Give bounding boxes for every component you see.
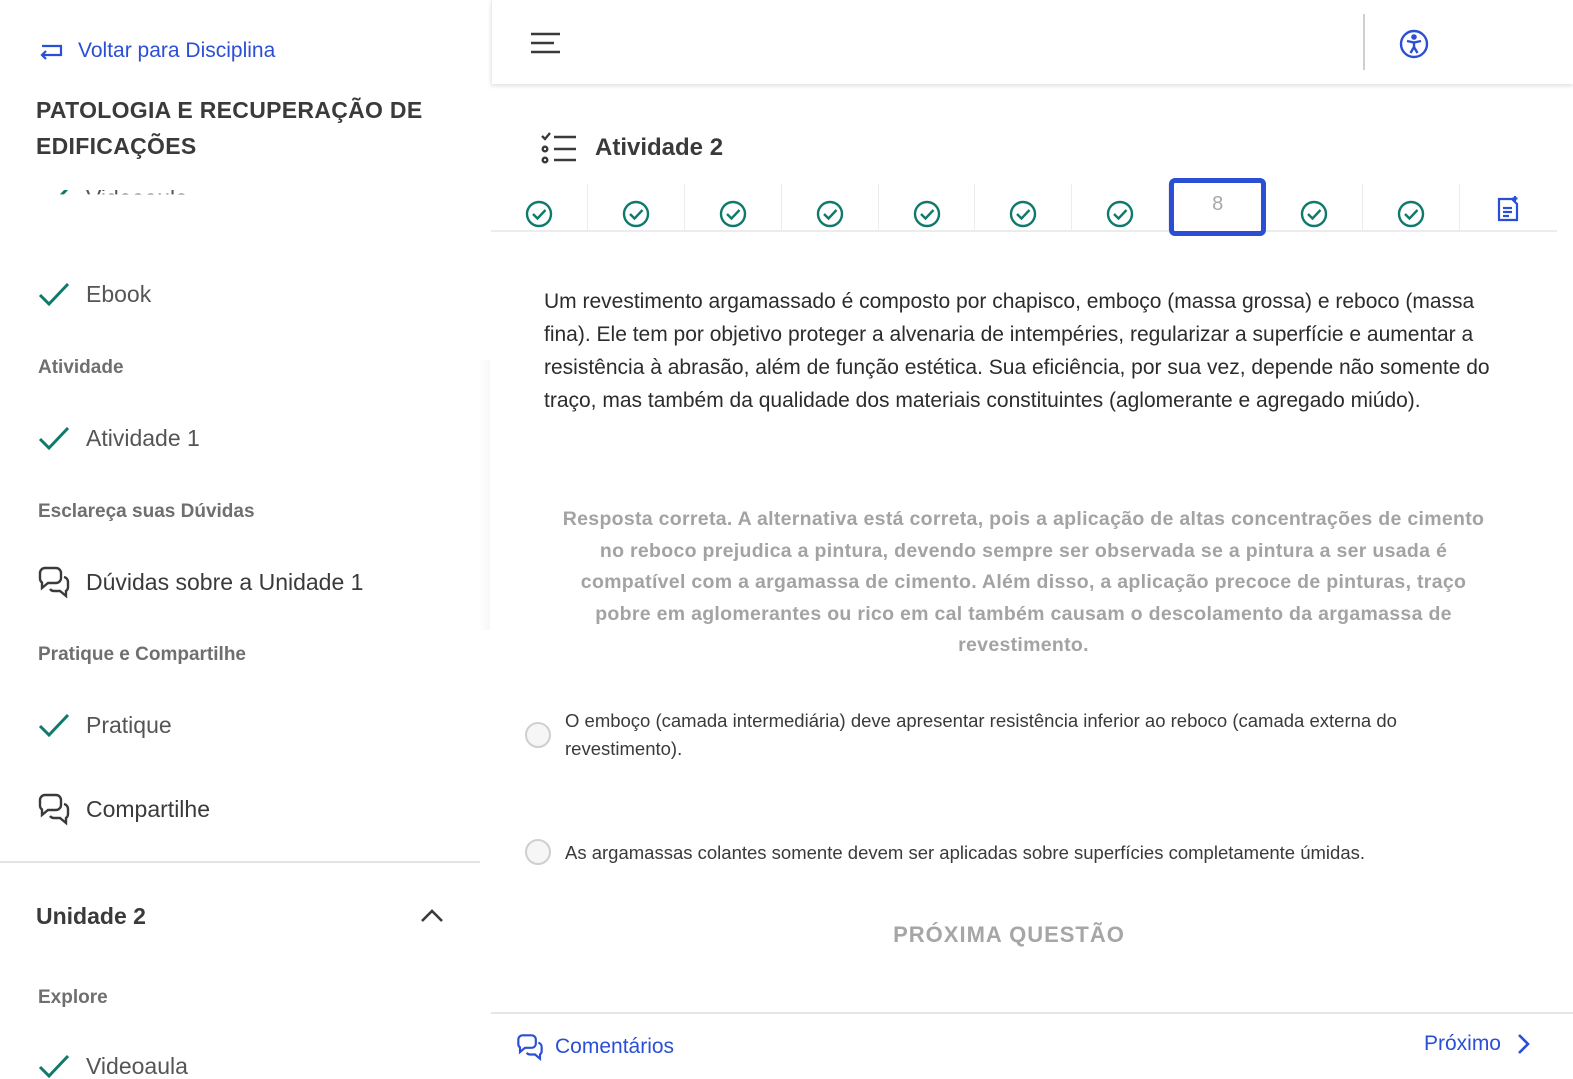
sidebar-divider (0, 861, 480, 863)
comments-label: Comentários (555, 1035, 675, 1058)
question-10-button[interactable] (1363, 184, 1460, 230)
answer-option[interactable]: O emboço (camada intermediária) deve apr… (525, 707, 1495, 763)
check-circle-icon (525, 200, 553, 228)
hamburger-menu-icon[interactable] (528, 28, 564, 58)
question-5-button[interactable] (879, 184, 976, 230)
section-label-pratique: Pratique e Compartilhe (38, 644, 246, 665)
unit-2-label: Unidade 2 (36, 902, 146, 929)
sidebar-edge-shadow (478, 360, 490, 630)
sidebar-item-atividade-1[interactable]: Atividade 1 (36, 420, 200, 456)
check-circle-icon (913, 200, 940, 228)
question-4-button[interactable] (782, 184, 879, 230)
question-1-button[interactable] (491, 184, 588, 230)
question-6-button[interactable] (975, 184, 1073, 230)
sidebar-item-label: Dúvidas sobre a Unidade 1 (86, 568, 364, 595)
question-text: Um revestimento argamassado é composto p… (544, 290, 1490, 412)
return-arrow-icon (40, 44, 63, 60)
check-circle-icon (1010, 200, 1037, 228)
chevron-up-icon (421, 909, 443, 922)
bottom-bar: Comentários Próximo (491, 1012, 1573, 1079)
sidebar-item-videoaula[interactable]: Videoaula (36, 1048, 188, 1079)
sidebar: Voltar para Disciplina PATOLOGIA E RECUP… (0, 0, 490, 1079)
section-label-atividade: Atividade (38, 357, 124, 378)
check-icon (38, 713, 70, 738)
answer-option[interactable]: As argamassas colantes somente devem ser… (525, 839, 1495, 867)
check-icon (38, 282, 70, 307)
sidebar-item-label: Atividade 1 (86, 424, 200, 451)
question-3-button[interactable] (685, 184, 782, 230)
activity-title: Atividade 2 (539, 128, 723, 168)
chat-icon (517, 1034, 543, 1061)
sidebar-item-label: Videoaula (86, 1052, 188, 1079)
current-question-number: 8 (1212, 192, 1224, 215)
option-radio[interactable] (525, 839, 551, 865)
option-label: O emboço (camada intermediária) deve apr… (565, 710, 1397, 759)
checklist-icon (541, 132, 576, 164)
question-navigator: 8 (491, 178, 1557, 236)
next-label: Próximo (1423, 1032, 1501, 1055)
chat-icon (38, 793, 70, 826)
check-icon (38, 426, 70, 451)
check-circle-icon (622, 200, 650, 228)
check-icon (38, 1054, 70, 1079)
back-link-label: Voltar para Disciplina (78, 39, 276, 62)
question-7-button[interactable] (1072, 184, 1170, 230)
document-edit-icon (1498, 196, 1519, 222)
sidebar-item-label: Ebook (86, 280, 152, 307)
back-to-course-link[interactable]: Voltar para Disciplina (36, 36, 275, 66)
next-question-button[interactable]: PRÓXIMA QUESTÃO (491, 922, 1527, 948)
section-label-explore: Explore (38, 987, 108, 1008)
next-button[interactable]: Próximo (1424, 1032, 1535, 1056)
summary-button[interactable] (1460, 184, 1557, 230)
option-label: As argamassas colantes somente devem ser… (565, 842, 1365, 863)
sidebar-scroll-area[interactable]: Videoaula Ebook Atividade Atividade 1 Es… (0, 190, 490, 1079)
sidebar-item-ebook[interactable]: Ebook (36, 276, 151, 312)
question-9-button[interactable] (1266, 184, 1364, 230)
check-circle-icon (816, 200, 843, 228)
check-icon (59, 190, 69, 195)
check-circle-icon (1107, 200, 1134, 228)
question-2-button[interactable] (588, 184, 685, 230)
sidebar-item-label: Pratique (86, 711, 172, 738)
chevron-right-icon (1518, 1034, 1530, 1054)
check-circle-icon (1397, 200, 1425, 228)
sidebar-item-duvidas[interactable]: Dúvidas sobre a Unidade 1 (36, 564, 363, 600)
sidebar-item-videoaula-partial[interactable]: Videoaula (36, 190, 188, 211)
unit-2-toggle[interactable]: Unidade 2 (36, 902, 446, 930)
option-radio[interactable] (525, 722, 551, 748)
check-circle-icon (719, 200, 746, 228)
top-bar (491, 0, 1573, 84)
sidebar-item-pratique[interactable]: Pratique (36, 707, 172, 743)
sidebar-item-label: Videoaula (86, 190, 188, 211)
sidebar-item-compartilhe[interactable]: Compartilhe (36, 791, 210, 827)
top-bar-separator (1363, 14, 1365, 70)
question-8-button-current[interactable]: 8 (1169, 178, 1267, 236)
chat-icon (38, 566, 70, 599)
section-label-duvidas: Esclareça suas Dúvidas (38, 501, 255, 522)
activity-title-label: Atividade 2 (595, 134, 724, 161)
course-title: PATOLOGIA E RECUPERAÇÃO DE EDIFICAÇÕES (36, 97, 423, 159)
comments-button[interactable]: Comentários (515, 1032, 674, 1062)
accessibility-icon[interactable] (1398, 28, 1430, 60)
answer-feedback: Resposta correta. A alternativa está cor… (562, 508, 1485, 656)
check-circle-icon (1300, 200, 1328, 228)
sidebar-item-label: Compartilhe (86, 795, 210, 822)
main-content: Atividade 2 8 Um revestimento argamassad… (491, 0, 1573, 1079)
